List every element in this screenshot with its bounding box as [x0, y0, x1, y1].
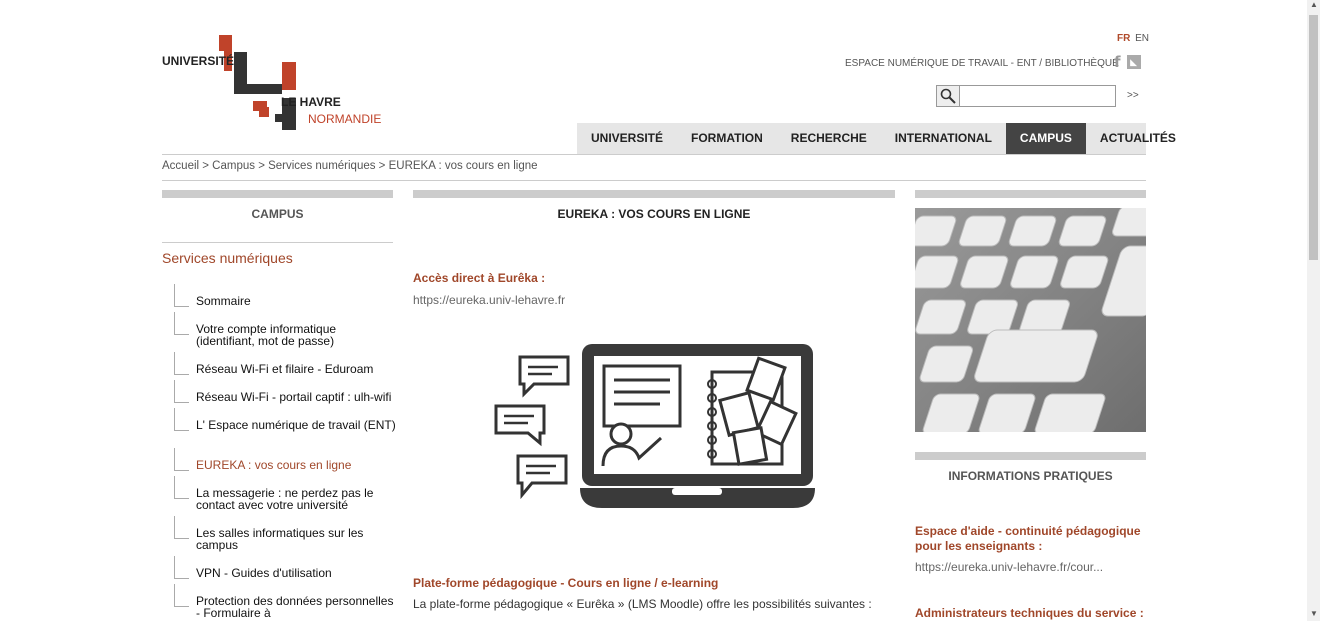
language-switch: FR EN — [1117, 33, 1149, 44]
direct-access-label: Accès direct à Eurêka : — [413, 271, 546, 285]
menu-item-sommaire[interactable]: Sommaire — [196, 295, 396, 307]
section-link[interactable]: Services numériques — [162, 250, 293, 266]
tree-line — [174, 516, 189, 539]
breadcrumb[interactable]: Accueil > Campus > Services numériques >… — [162, 160, 538, 172]
scroll-down-icon[interactable]: ▼ — [1310, 609, 1318, 618]
logo-line-2: LE HAVRE — [281, 95, 341, 109]
nav-formation[interactable]: FORMATION — [677, 123, 777, 154]
left-divider — [162, 242, 393, 243]
lang-en-link[interactable]: EN — [1135, 33, 1149, 44]
admin-title: Administrateurs techniques du service : — [915, 606, 1144, 620]
help-url[interactable]: https://eureka.univ-lehavre.fr/cour... — [915, 560, 1103, 574]
nav-universite[interactable]: UNIVERSITÉ — [577, 123, 677, 154]
tree-line — [174, 352, 189, 375]
logo-line-1: UNIVERSITÉ — [162, 54, 235, 68]
rss-icon[interactable]: ◣ — [1126, 55, 1141, 69]
header-divider — [162, 154, 1146, 155]
scrollbar-thumb[interactable] — [1309, 15, 1318, 260]
left-title: CAMPUS — [251, 207, 304, 221]
tree-line — [174, 312, 189, 335]
menu-item-ent[interactable]: L' Espace numérique de travail (ENT) — [196, 419, 396, 431]
scroll-up-icon[interactable]: ▲ — [1310, 0, 1318, 9]
tree-line — [174, 408, 189, 431]
right-bar — [915, 190, 1146, 198]
tree-line — [174, 556, 189, 579]
search-box — [936, 85, 1116, 107]
menu-item-eureka[interactable]: EUREKA : vos cours en ligne — [196, 459, 396, 471]
search-input[interactable] — [960, 86, 1115, 106]
help-title[interactable]: Espace d'aide - continuité pédagogique p… — [915, 524, 1146, 554]
platform-text: La plate-forme pédagogique « Eurêka » (L… — [413, 597, 872, 611]
elearning-illustration — [494, 344, 815, 508]
direct-access-url[interactable]: https://eureka.univ-lehavre.fr — [413, 293, 565, 307]
social-links: f ◣ — [1114, 53, 1141, 71]
logo-line-3: NORMANDIE — [308, 112, 382, 126]
main-bar — [413, 190, 895, 198]
search-icon — [940, 88, 956, 104]
nav-recherche[interactable]: RECHERCHE — [777, 123, 881, 154]
menu-item-donnees[interactable]: Protection des données personnelles - Fo… — [196, 595, 396, 619]
breadcrumb-divider — [162, 180, 1146, 181]
menu-item-ulh-wifi[interactable]: Réseau Wi-Fi - portail captif : ulh-wifi — [196, 391, 396, 403]
menu-item-salles[interactable]: Les salles informatiques sur les campus — [196, 527, 396, 551]
right-title: INFORMATIONS PRATIQUES — [948, 469, 1113, 483]
tree-line — [174, 380, 189, 403]
university-logo[interactable]: UNIVERSITÉ LE HAVRE NORMANDIE — [160, 34, 385, 134]
nav-actualites[interactable]: ACTUALITÉS — [1086, 123, 1190, 154]
menu-item-eduroam[interactable]: Réseau Wi-Fi et filaire - Eduroam — [196, 363, 396, 375]
menu-item-vpn[interactable]: VPN - Guides d'utilisation — [196, 567, 396, 579]
search-button[interactable] — [937, 86, 960, 106]
tree-line — [174, 284, 189, 307]
right-bar-2 — [915, 452, 1146, 460]
top-links[interactable]: ESPACE NUMÉRIQUE DE TRAVAIL - ENT / BIBL… — [845, 58, 1119, 69]
left-bar — [162, 190, 393, 198]
lang-fr-link[interactable]: FR — [1117, 33, 1130, 44]
search-go-link[interactable]: >> — [1127, 90, 1139, 101]
facebook-icon[interactable]: f — [1114, 53, 1121, 71]
tree-line — [174, 448, 189, 471]
main-nav: UNIVERSITÉ FORMATION RECHERCHE INTERNATI… — [577, 123, 1176, 154]
platform-title: Plate-forme pédagogique - Cours en ligne… — [413, 576, 719, 590]
nav-international[interactable]: INTERNATIONAL — [881, 123, 1006, 154]
tree-line — [174, 584, 189, 607]
page-title: EUREKA : VOS COURS EN LIGNE — [557, 207, 751, 221]
menu-item-compte[interactable]: Votre compte informatique (identifiant, … — [196, 323, 396, 347]
nav-campus[interactable]: CAMPUS — [1005, 123, 1086, 154]
keyboard-photo — [915, 208, 1146, 432]
menu-item-messagerie[interactable]: La messagerie : ne perdez pas le contact… — [196, 487, 396, 511]
tree-line — [174, 476, 189, 499]
